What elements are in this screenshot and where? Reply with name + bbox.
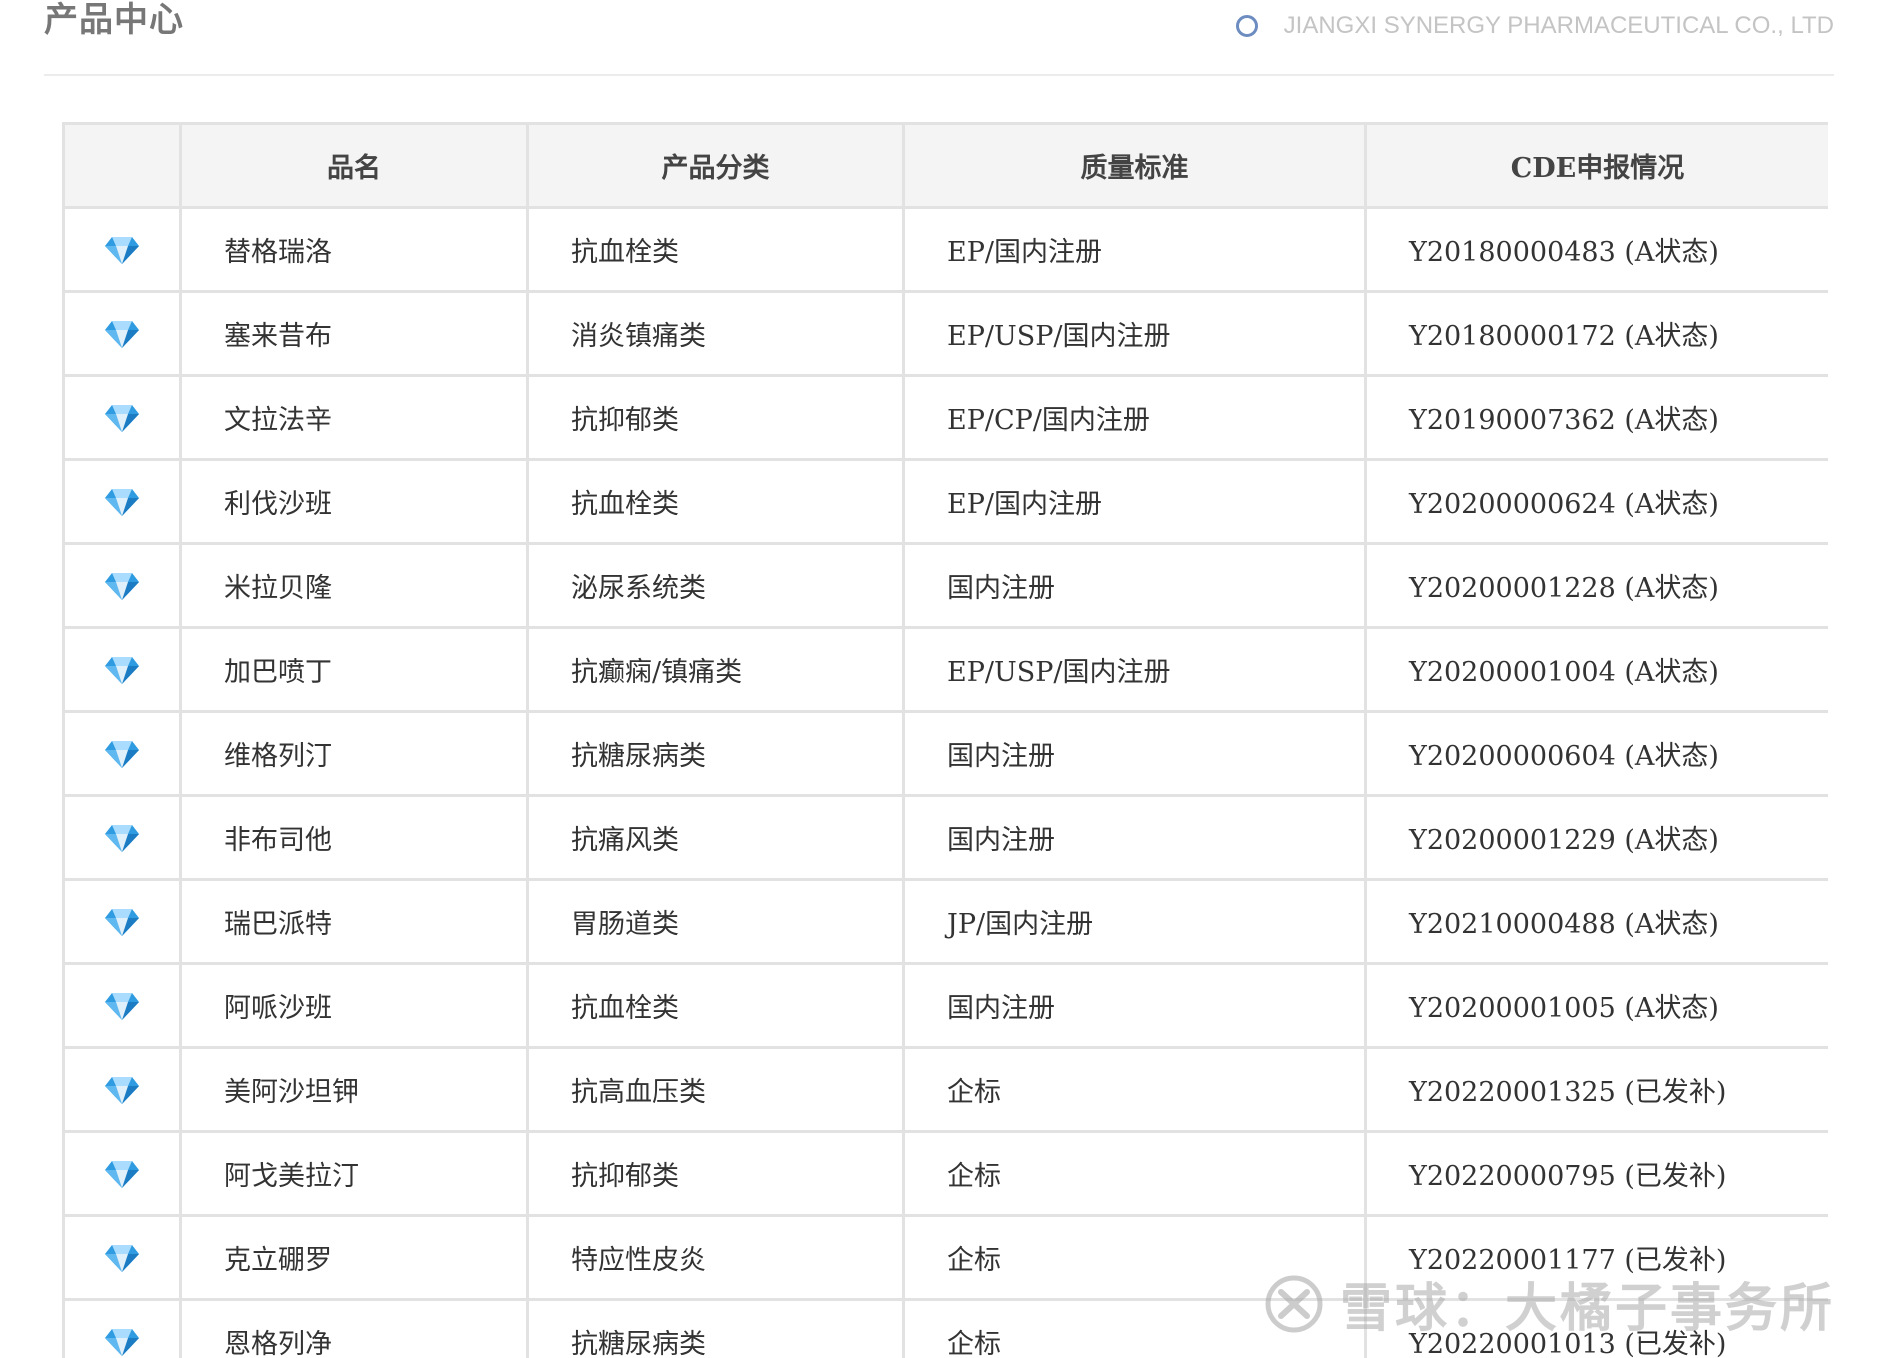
cde-status-cell: Y20180000172 (A状态) bbox=[1365, 291, 1828, 377]
product-name-cell: 米拉贝隆 bbox=[180, 543, 529, 629]
category-cell: 抗糖尿病类 bbox=[527, 1299, 905, 1358]
table-row: 非布司他 抗痛风类 国内注册 Y20200001229 (A状态) bbox=[63, 795, 1828, 881]
table-row: 替格瑞洛 抗血栓类 EP/国内注册 Y20180000483 (A状态) bbox=[63, 207, 1828, 293]
standard-cell: EP/国内注册 bbox=[903, 459, 1367, 545]
product-name-cell: 替格瑞洛 bbox=[180, 207, 529, 293]
standard-cell: JP/国内注册 bbox=[903, 879, 1367, 965]
category-cell: 抗抑郁类 bbox=[527, 375, 905, 461]
table-row: 阿哌沙班 抗血栓类 国内注册 Y20200001005 (A状态) bbox=[63, 963, 1828, 1049]
cde-status-cell: Y20180000483 (A状态) bbox=[1365, 207, 1828, 293]
column-header-icon bbox=[63, 123, 182, 209]
standard-cell: 企标 bbox=[903, 1299, 1367, 1358]
standard-cell: EP/CP/国内注册 bbox=[903, 375, 1367, 461]
standard-cell: 国内注册 bbox=[903, 543, 1367, 629]
product-name-cell: 非布司他 bbox=[180, 795, 529, 881]
diamond-icon bbox=[63, 795, 182, 881]
table-header-row: 品名 产品分类 质量标准 CDE申报情况 bbox=[63, 123, 1828, 209]
product-name-cell: 瑞巴派特 bbox=[180, 879, 529, 965]
standard-cell: 企标 bbox=[903, 1047, 1367, 1133]
cde-status-cell: Y20200000624 (A状态) bbox=[1365, 459, 1828, 545]
table-row: 克立硼罗 特应性皮炎 企标 Y20220001177 (已发补) bbox=[63, 1215, 1828, 1301]
cde-status-cell: Y20220001177 (已发补) bbox=[1365, 1215, 1828, 1301]
diamond-icon bbox=[63, 375, 182, 461]
table-row: 加巴喷丁 抗癫痫/镇痛类 EP/USP/国内注册 Y20200001004 (A状态) bbox=[63, 627, 1828, 713]
diamond-icon bbox=[63, 543, 182, 629]
cde-status-cell: Y20200001228 (A状态) bbox=[1365, 543, 1828, 629]
category-cell: 抗痛风类 bbox=[527, 795, 905, 881]
diamond-icon bbox=[63, 1299, 182, 1358]
cde-status-cell: Y20200000604 (A状态) bbox=[1365, 711, 1828, 797]
standard-cell: EP/国内注册 bbox=[903, 207, 1367, 293]
product-name-cell: 阿戈美拉汀 bbox=[180, 1131, 529, 1217]
cde-status-cell: Y20220000795 (已发补) bbox=[1365, 1131, 1828, 1217]
column-header-category: 产品分类 bbox=[527, 123, 905, 209]
cde-status-cell: Y20220001013 (已发补) bbox=[1365, 1299, 1828, 1358]
standard-cell: 国内注册 bbox=[903, 711, 1367, 797]
diamond-icon bbox=[63, 1131, 182, 1217]
standard-cell: 国内注册 bbox=[903, 963, 1367, 1049]
table-row: 美阿沙坦钾 抗高血压类 企标 Y20220001325 (已发补) bbox=[63, 1047, 1828, 1133]
column-header-standard: 质量标准 bbox=[903, 123, 1367, 209]
category-cell: 抗癫痫/镇痛类 bbox=[527, 627, 905, 713]
table-row: 阿戈美拉汀 抗抑郁类 企标 Y20220000795 (已发补) bbox=[63, 1131, 1828, 1217]
table-row: 瑞巴派特 胃肠道类 JP/国内注册 Y20210000488 (A状态) bbox=[63, 879, 1828, 965]
header-divider bbox=[44, 74, 1834, 76]
product-name-cell: 加巴喷丁 bbox=[180, 627, 529, 713]
company-name-text: JIANGXI SYNERGY PHARMACEUTICAL CO., LTD bbox=[1283, 12, 1834, 39]
cde-status-cell: Y20190007362 (A状态) bbox=[1365, 375, 1828, 461]
product-name-cell: 阿哌沙班 bbox=[180, 963, 529, 1049]
company-name: JIANGXI SYNERGY PHARMACEUTICAL CO., LTD bbox=[1235, 12, 1834, 40]
category-cell: 抗血栓类 bbox=[527, 963, 905, 1049]
standard-cell: 国内注册 bbox=[903, 795, 1367, 881]
category-cell: 泌尿系统类 bbox=[527, 543, 905, 629]
table-row: 塞来昔布 消炎镇痛类 EP/USP/国内注册 Y20180000172 (A状态) bbox=[63, 291, 1828, 377]
product-name-cell: 利伐沙班 bbox=[180, 459, 529, 545]
table-row: 恩格列净 抗糖尿病类 企标 Y20220001013 (已发补) bbox=[63, 1299, 1828, 1358]
category-cell: 抗血栓类 bbox=[527, 459, 905, 545]
diamond-icon bbox=[63, 207, 182, 293]
product-name-cell: 维格列汀 bbox=[180, 711, 529, 797]
standard-cell: EP/USP/国内注册 bbox=[903, 291, 1367, 377]
standard-cell: EP/USP/国内注册 bbox=[903, 627, 1367, 713]
column-header-name: 品名 bbox=[180, 123, 529, 209]
diamond-icon bbox=[63, 1215, 182, 1301]
category-cell: 抗高血压类 bbox=[527, 1047, 905, 1133]
product-table-container: 品名 产品分类 质量标准 CDE申报情况 替格瑞洛 抗血栓类 EP/国内注册 Y201… bbox=[62, 122, 1828, 1358]
diamond-icon bbox=[63, 291, 182, 377]
product-table: 品名 产品分类 质量标准 CDE申报情况 替格瑞洛 抗血栓类 EP/国内注册 Y201… bbox=[62, 122, 1828, 1358]
diamond-icon bbox=[63, 711, 182, 797]
column-header-cde: CDE申报情况 bbox=[1365, 123, 1828, 209]
standard-cell: 企标 bbox=[903, 1131, 1367, 1217]
diamond-icon bbox=[63, 1047, 182, 1133]
product-name-cell: 美阿沙坦钾 bbox=[180, 1047, 529, 1133]
table-row: 维格列汀 抗糖尿病类 国内注册 Y20200000604 (A状态) bbox=[63, 711, 1828, 797]
category-cell: 胃肠道类 bbox=[527, 879, 905, 965]
product-name-cell: 塞来昔布 bbox=[180, 291, 529, 377]
product-name-cell: 克立硼罗 bbox=[180, 1215, 529, 1301]
table-row: 米拉贝隆 泌尿系统类 国内注册 Y20200001228 (A状态) bbox=[63, 543, 1828, 629]
category-cell: 抗糖尿病类 bbox=[527, 711, 905, 797]
product-name-cell: 文拉法辛 bbox=[180, 375, 529, 461]
cde-status-cell: Y20200001005 (A状态) bbox=[1365, 963, 1828, 1049]
product-name-cell: 恩格列净 bbox=[180, 1299, 529, 1358]
table-row: 文拉法辛 抗抑郁类 EP/CP/国内注册 Y20190007362 (A状态) bbox=[63, 375, 1828, 461]
standard-cell: 企标 bbox=[903, 1215, 1367, 1301]
category-cell: 抗血栓类 bbox=[527, 207, 905, 293]
category-cell: 特应性皮炎 bbox=[527, 1215, 905, 1301]
cde-status-cell: Y20200001229 (A状态) bbox=[1365, 795, 1828, 881]
cde-status-cell: Y20220001325 (已发补) bbox=[1365, 1047, 1828, 1133]
diamond-icon bbox=[63, 963, 182, 1049]
diamond-icon bbox=[63, 459, 182, 545]
diamond-icon bbox=[63, 879, 182, 965]
page-title: 产品中心 bbox=[44, 0, 184, 40]
category-cell: 消炎镇痛类 bbox=[527, 291, 905, 377]
diamond-icon bbox=[63, 627, 182, 713]
cde-status-cell: Y20200001004 (A状态) bbox=[1365, 627, 1828, 713]
circle-bullet-icon bbox=[1235, 15, 1258, 37]
table-row: 利伐沙班 抗血栓类 EP/国内注册 Y20200000624 (A状态) bbox=[63, 459, 1828, 545]
category-cell: 抗抑郁类 bbox=[527, 1131, 905, 1217]
table-body: 替格瑞洛 抗血栓类 EP/国内注册 Y20180000483 (A状态) 塞来昔布 消炎镇… bbox=[63, 207, 1828, 1358]
cde-status-cell: Y20210000488 (A状态) bbox=[1365, 879, 1828, 965]
